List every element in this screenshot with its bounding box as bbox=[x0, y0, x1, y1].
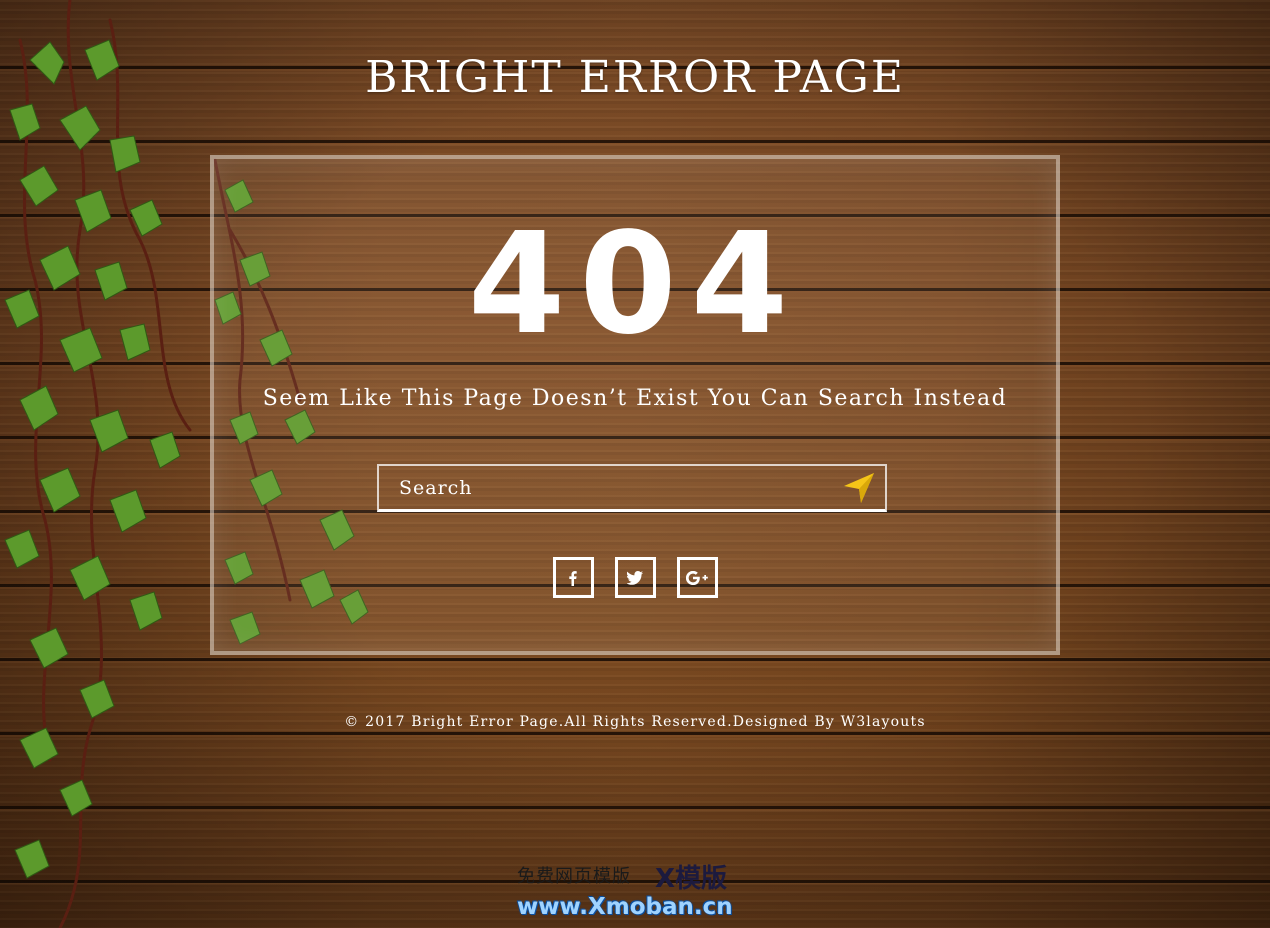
facebook-link[interactable] bbox=[552, 557, 594, 598]
google-plus-icon bbox=[686, 570, 708, 585]
paper-plane-icon bbox=[844, 472, 874, 503]
google-plus-link[interactable] bbox=[676, 557, 718, 598]
facebook-icon bbox=[569, 570, 577, 586]
error-message: Seem Like This Page Doesn’t Exist You Ca… bbox=[262, 386, 1008, 411]
watermark-url: www.Xmoban.cn bbox=[517, 894, 733, 920]
page-title: BRIGHT ERROR PAGE bbox=[365, 52, 905, 103]
search-submit-button[interactable] bbox=[833, 466, 885, 510]
search-input[interactable] bbox=[379, 466, 833, 509]
search-form bbox=[377, 464, 887, 512]
footer-copyright: © 2017 Bright Error Page.All Rights Rese… bbox=[344, 714, 926, 730]
xmoban-watermark: 免费网页模版 X模版 www.Xmoban.cn bbox=[517, 862, 757, 924]
error-code: 404 bbox=[467, 203, 803, 366]
twitter-icon bbox=[627, 570, 643, 585]
twitter-link[interactable] bbox=[614, 557, 656, 598]
social-links bbox=[0, 557, 1270, 598]
watermark-brand: X模版 bbox=[655, 864, 728, 894]
watermark-chinese: 免费网页模版 bbox=[517, 866, 631, 887]
